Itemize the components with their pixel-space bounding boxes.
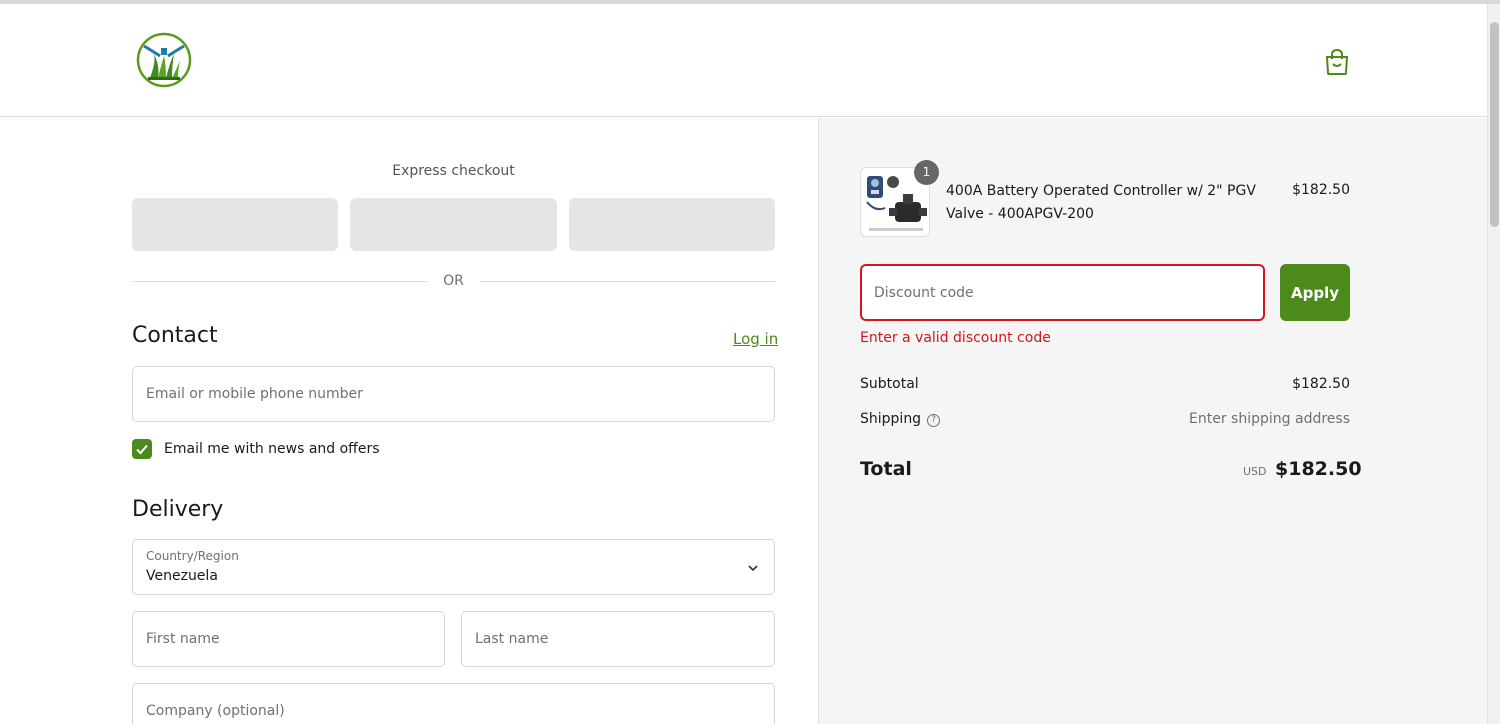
- delivery-heading: Delivery: [132, 497, 224, 522]
- product-name: 400A Battery Operated Controller w/ 2" P…: [946, 183, 1256, 222]
- product-price: $182.50: [1292, 182, 1350, 198]
- newsletter-label: Email me with news and offers: [164, 441, 380, 457]
- express-checkout-title: Express checkout: [392, 163, 515, 179]
- scrollbar-thumb[interactable]: [1490, 22, 1499, 227]
- total-currency: USD: [1243, 465, 1267, 478]
- express-pay-button-2[interactable]: [350, 198, 557, 251]
- page-scrollbar[interactable]: [1487, 4, 1500, 724]
- subtotal-value: $182.50: [1292, 376, 1350, 392]
- last-name-input[interactable]: [462, 612, 774, 666]
- quantity-badge: 1: [914, 160, 939, 185]
- divider-line-left: [132, 281, 428, 282]
- email-input[interactable]: [133, 367, 774, 421]
- express-pay-button-3[interactable]: [569, 198, 775, 251]
- country-select[interactable]: Country/Region Venezuela: [132, 539, 775, 595]
- total-label: Total: [860, 458, 912, 480]
- last-name-field[interactable]: [461, 611, 775, 667]
- shipping-value: Enter shipping address: [1189, 411, 1350, 427]
- or-label: OR: [443, 273, 464, 289]
- company-input[interactable]: [133, 684, 774, 724]
- help-icon[interactable]: ?: [927, 414, 941, 427]
- email-field[interactable]: [132, 366, 775, 422]
- first-name-field[interactable]: [132, 611, 445, 667]
- site-header: [0, 4, 1487, 117]
- country-value: Venezuela: [146, 568, 218, 584]
- first-name-input[interactable]: [133, 612, 444, 666]
- discount-code-input[interactable]: [862, 266, 1263, 319]
- company-field[interactable]: [132, 683, 775, 724]
- shopping-bag-icon[interactable]: [1324, 48, 1350, 76]
- country-label: Country/Region: [146, 549, 239, 563]
- contact-heading: Contact: [132, 323, 218, 348]
- apply-discount-button[interactable]: Apply: [1280, 264, 1350, 321]
- login-link[interactable]: Log in: [733, 330, 778, 348]
- express-pay-button-1[interactable]: [132, 198, 338, 251]
- subtotal-label: Subtotal: [860, 376, 919, 392]
- shipping-label: Shipping: [860, 411, 922, 427]
- total-amount: $182.50: [1275, 458, 1362, 480]
- divider-line-right: [480, 281, 775, 282]
- newsletter-checkbox[interactable]: [132, 439, 152, 459]
- chevron-down-icon: [748, 565, 758, 572]
- lawn-sprinkler-logo[interactable]: [136, 32, 192, 88]
- checkmark-icon: [136, 444, 148, 455]
- discount-error-message: Enter a valid discount code: [860, 330, 1051, 346]
- discount-code-field[interactable]: [860, 264, 1265, 321]
- or-divider: OR: [132, 272, 775, 292]
